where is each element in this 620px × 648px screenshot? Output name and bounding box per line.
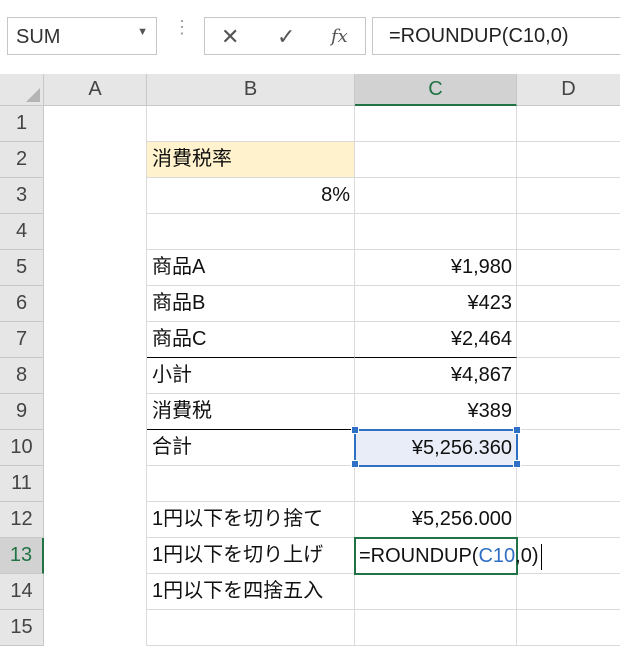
cell-d1[interactable] bbox=[517, 106, 620, 142]
cell-d6[interactable] bbox=[517, 286, 620, 322]
row-header-4[interactable]: 4 bbox=[0, 214, 44, 250]
selection-handle-top-right[interactable] bbox=[513, 426, 521, 434]
row-header-13[interactable]: 13 bbox=[0, 538, 44, 574]
cell-b6[interactable]: 商品B bbox=[147, 286, 355, 322]
column-header-a[interactable]: A bbox=[44, 74, 147, 106]
text-caret bbox=[540, 543, 542, 570]
row-header-3[interactable]: 3 bbox=[0, 178, 44, 214]
cell-c15[interactable] bbox=[355, 610, 517, 646]
splitter-dots-icon[interactable]: ⋮ bbox=[173, 18, 191, 36]
formula-input[interactable]: =ROUNDUP(C10,0) bbox=[372, 17, 620, 55]
cell-c12[interactable]: ¥5,256.000 bbox=[355, 502, 517, 538]
cell-b7[interactable]: 商品C bbox=[147, 322, 355, 358]
row-header-14[interactable]: 14 bbox=[0, 574, 44, 610]
row-header-9[interactable]: 9 bbox=[0, 394, 44, 430]
row-header-10[interactable]: 10 bbox=[0, 430, 44, 466]
cell-d8[interactable] bbox=[517, 358, 620, 394]
cell-c9[interactable]: ¥389 bbox=[355, 394, 517, 430]
cell-c3[interactable] bbox=[355, 178, 517, 214]
cell-d5[interactable] bbox=[517, 250, 620, 286]
row-header-12[interactable]: 12 bbox=[0, 502, 44, 538]
selection-handle-top-left[interactable] bbox=[351, 426, 359, 434]
cell-b1[interactable] bbox=[147, 106, 355, 142]
row-header-5[interactable]: 5 bbox=[0, 250, 44, 286]
row-header-15[interactable]: 15 bbox=[0, 610, 44, 646]
cell-d14[interactable] bbox=[517, 574, 620, 610]
cell-c2[interactable] bbox=[355, 142, 517, 178]
cell-c11[interactable] bbox=[355, 466, 517, 502]
column-a-cells[interactable] bbox=[44, 106, 147, 646]
cell-c8[interactable]: ¥4,867 bbox=[355, 358, 517, 394]
cell-c6[interactable]: ¥423 bbox=[355, 286, 517, 322]
select-all-corner[interactable] bbox=[0, 74, 44, 106]
cell-d11[interactable] bbox=[517, 466, 620, 502]
cell-d4[interactable] bbox=[517, 214, 620, 250]
cancel-icon[interactable]: ✕ bbox=[221, 24, 239, 50]
select-all-icon bbox=[26, 88, 40, 102]
cell-d7[interactable] bbox=[517, 322, 620, 358]
name-box[interactable]: SUM ▼ bbox=[7, 17, 157, 55]
cell-b11[interactable] bbox=[147, 466, 355, 502]
cell-c13-editor[interactable]: =ROUNDUP(C10,0) bbox=[354, 537, 542, 575]
cell-c7[interactable]: ¥2,464 bbox=[355, 322, 517, 358]
cell-b15[interactable] bbox=[147, 610, 355, 646]
row-header-11[interactable]: 11 bbox=[0, 466, 44, 502]
column-header-b[interactable]: B bbox=[147, 74, 355, 106]
column-header-d[interactable]: D bbox=[517, 74, 620, 106]
cell-b12[interactable]: 1円以下を切り捨て bbox=[147, 502, 355, 538]
cell-d12[interactable] bbox=[517, 502, 620, 538]
cell-b9[interactable]: 消費税 bbox=[147, 394, 355, 430]
formula-suffix: ,0) bbox=[515, 545, 539, 567]
cell-d2[interactable] bbox=[517, 142, 620, 178]
cell-b8[interactable]: 小計 bbox=[147, 358, 355, 394]
spreadsheet-grid: A B C D 1 2 3 4 5 6 7 8 9 10 11 12 13 14… bbox=[0, 74, 620, 648]
selection-handle-bottom-left[interactable] bbox=[351, 460, 359, 468]
cell-d15[interactable] bbox=[517, 610, 620, 646]
formula-text: =ROUNDUP(C10,0) bbox=[389, 25, 569, 47]
cell-d9[interactable] bbox=[517, 394, 620, 430]
formula-buttons: ✕ ✓ fx bbox=[204, 17, 366, 55]
cell-d10[interactable] bbox=[517, 430, 620, 466]
formula-bar-area: SUM ▼ ⋮ ✕ ✓ fx =ROUNDUP(C10,0) bbox=[0, 0, 620, 74]
cell-c5[interactable]: ¥1,980 bbox=[355, 250, 517, 286]
cell-c10[interactable]: ¥5,256.360 bbox=[354, 429, 518, 467]
row-header-2[interactable]: 2 bbox=[0, 142, 44, 178]
cell-c4[interactable] bbox=[355, 214, 517, 250]
cell-b14[interactable]: 1円以下を四捨五入 bbox=[147, 574, 355, 610]
row-header-6[interactable]: 6 bbox=[0, 286, 44, 322]
cell-b13[interactable]: 1円以下を切り上げ bbox=[147, 538, 355, 574]
cell-b2[interactable]: 消費税率 bbox=[147, 142, 355, 178]
name-box-value: SUM bbox=[16, 26, 61, 48]
enter-icon[interactable]: ✓ bbox=[277, 24, 295, 50]
selection-handle-bottom-right[interactable] bbox=[513, 460, 521, 468]
row-header-7[interactable]: 7 bbox=[0, 322, 44, 358]
column-header-c[interactable]: C bbox=[355, 74, 517, 106]
row-header-1[interactable]: 1 bbox=[0, 106, 44, 142]
insert-function-icon[interactable]: fx bbox=[331, 26, 348, 47]
formula-prefix: =ROUNDUP( bbox=[359, 545, 479, 567]
cell-b5[interactable]: 商品A bbox=[147, 250, 355, 286]
cell-d3[interactable] bbox=[517, 178, 620, 214]
formula-cell-reference: C10 bbox=[478, 545, 516, 567]
cell-b10[interactable]: 合計 bbox=[147, 430, 355, 466]
cell-b3[interactable]: 8% bbox=[147, 178, 355, 214]
cell-c14[interactable] bbox=[355, 574, 517, 610]
row-header-8[interactable]: 8 bbox=[0, 358, 44, 394]
cell-c1[interactable] bbox=[355, 106, 517, 142]
cell-b4[interactable] bbox=[147, 214, 355, 250]
dropdown-arrow-icon[interactable]: ▼ bbox=[137, 26, 148, 38]
